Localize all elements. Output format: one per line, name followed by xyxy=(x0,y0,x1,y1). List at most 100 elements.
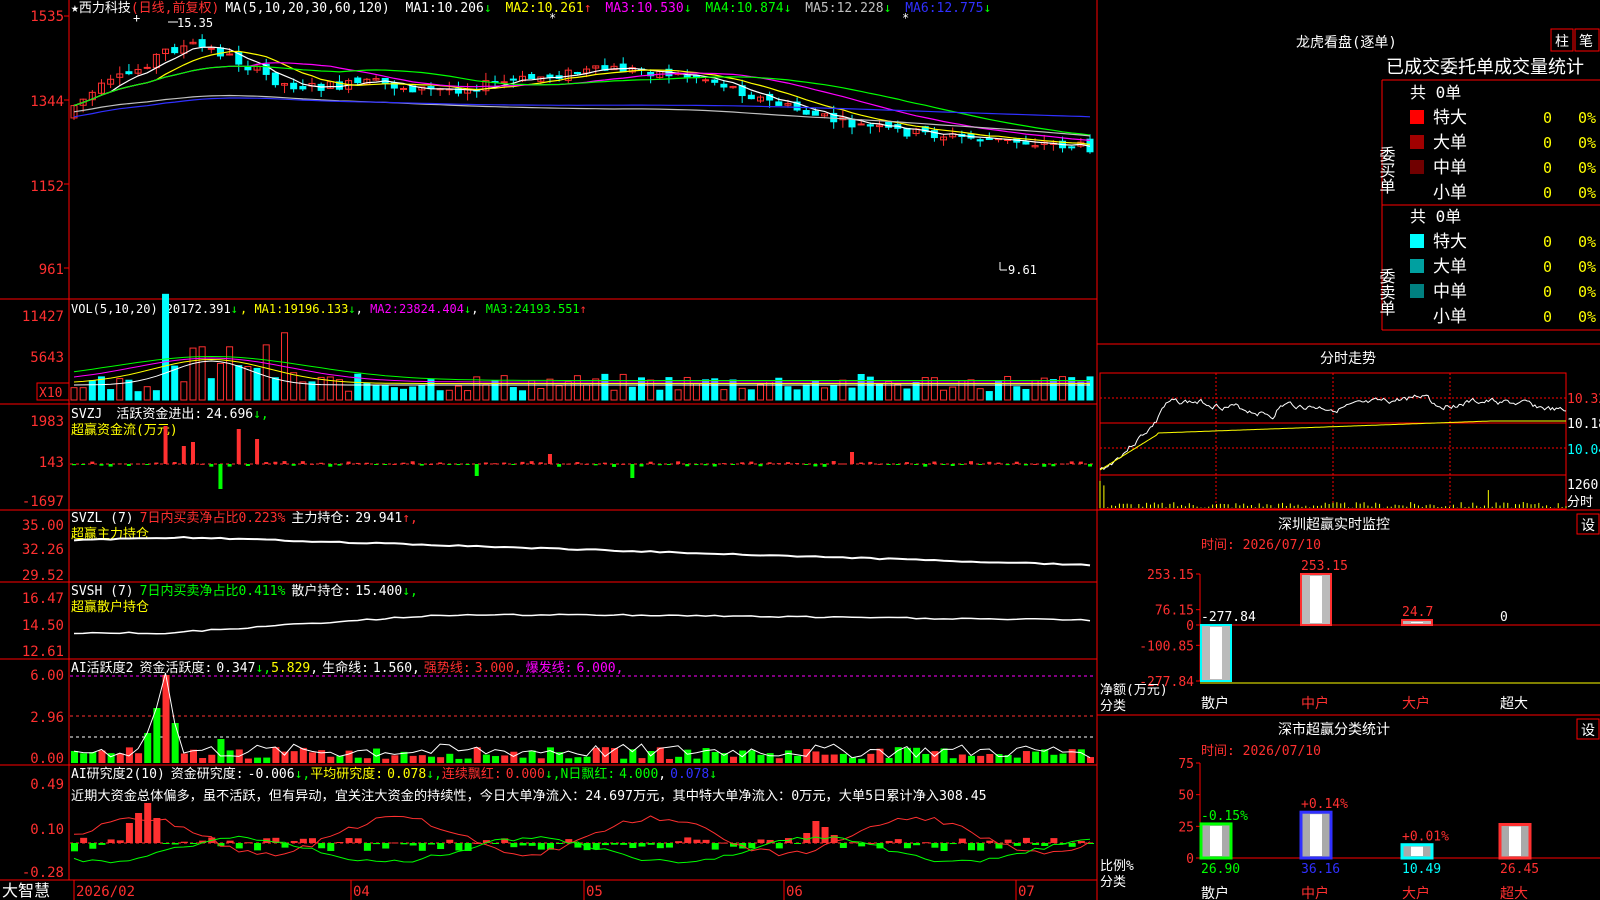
order-row-count: 0 xyxy=(1543,184,1552,202)
ma6-value: 12.775 xyxy=(937,1,984,16)
price-header: ★西力科技(日线,前复权) MA(5,10,20,30,60,120) MA1:1… xyxy=(71,0,1037,277)
svzj-bar xyxy=(392,463,397,465)
ma-label: MA(5,10,20,30,60,120) xyxy=(225,1,389,16)
ai-active-bar xyxy=(208,754,216,763)
ma1-value: 10.206 xyxy=(437,1,484,16)
svzj-bar xyxy=(767,462,772,464)
svzj-bars xyxy=(70,426,1095,489)
sell-rows: 特大 0 0% 大单 0 0% 中单 0 0% 小单 0 0% xyxy=(1410,232,1596,327)
stock-name: 西力科技 xyxy=(79,1,131,16)
candle-body xyxy=(848,118,856,128)
ai-research-bar xyxy=(446,839,454,843)
ai-research-bar xyxy=(162,843,170,844)
ai-active-bar xyxy=(885,757,893,763)
price-tick: 1344 xyxy=(30,94,64,110)
order-row-count: 0 xyxy=(1543,258,1552,276)
ai-active-bar xyxy=(748,750,756,763)
svzj-bar xyxy=(712,464,717,467)
vol-tick: 11427 xyxy=(22,309,64,325)
svzj-bar xyxy=(163,426,168,464)
svzj-bar xyxy=(676,461,681,464)
svzj-bar xyxy=(538,462,543,464)
stock-terminal: ★西力科技(日线,前复权) MA(5,10,20,30,60,120) MA1:1… xyxy=(0,0,1600,900)
ai-research-bar xyxy=(391,842,399,844)
ai-research-line2 xyxy=(73,835,1091,864)
candle-body xyxy=(198,39,206,48)
volume-bar xyxy=(198,346,206,401)
order-row-name: 特大 xyxy=(1433,232,1467,252)
candle-body xyxy=(857,123,865,126)
svzj-bar xyxy=(785,462,790,464)
svzj-bar xyxy=(950,464,955,466)
intraday-tick: 10.04 xyxy=(1567,443,1600,458)
ai-active-bar xyxy=(1013,757,1021,763)
ai-research-comment: 近期大资金总体偏多，虽不活跃，但有异动，宜关注大资金的持续性，今日大单净流入：2… xyxy=(71,787,987,804)
ai-active-bar xyxy=(1022,751,1030,763)
svzj-bar xyxy=(90,461,95,464)
ai-research-bar xyxy=(693,839,701,843)
svzj-bar xyxy=(877,463,882,465)
ai-active-bar xyxy=(693,758,701,763)
class-category-label: 大户 xyxy=(1402,885,1430,900)
svzj-bar xyxy=(1078,461,1083,464)
svzj-bar xyxy=(218,464,223,489)
ai-active-bar xyxy=(546,747,554,763)
intraday-vol-label: 分时 xyxy=(1567,495,1593,510)
ai-active-bar xyxy=(775,758,783,763)
volume-bar xyxy=(244,366,252,401)
volume-bar xyxy=(692,383,700,401)
event-marker: * xyxy=(902,11,909,25)
high-mark: 15.35 xyxy=(177,16,213,30)
class-tick: 75 xyxy=(1178,757,1194,772)
ma-line xyxy=(73,97,1091,118)
ai-research-bar xyxy=(711,843,719,850)
ai-active-bar xyxy=(592,747,600,763)
main-force-holding-line xyxy=(73,535,1091,567)
low-mark: 9.61 xyxy=(1008,263,1037,277)
volume-bar xyxy=(454,385,462,401)
ai-research-bar xyxy=(537,843,545,850)
ai-active-bar xyxy=(830,754,838,763)
volume-bar xyxy=(262,344,270,401)
order-row-name: 大单 xyxy=(1433,257,1467,277)
svg-text:16.47: 16.47 xyxy=(22,591,64,607)
candle-body xyxy=(1068,146,1076,149)
svzj-bar xyxy=(355,462,360,464)
volume-bar xyxy=(610,389,618,401)
ai-active-bar xyxy=(510,751,518,763)
ai-active-bar xyxy=(244,758,252,763)
ma4-label: MA4: xyxy=(705,1,736,16)
monitor-category-label: 散户 xyxy=(1201,695,1229,712)
volume-bar xyxy=(290,372,298,401)
candle-body xyxy=(683,75,691,78)
ai-research-bar xyxy=(345,838,353,843)
volume-bar xyxy=(619,373,627,401)
order-row-name: 小单 xyxy=(1433,307,1467,327)
svzj-bar xyxy=(72,464,76,466)
svzj-bar xyxy=(300,461,305,464)
ai-research-bar xyxy=(235,843,243,849)
monitor-category-label: 大户 xyxy=(1402,695,1430,712)
svzj-bar xyxy=(483,462,488,464)
volume-bar xyxy=(134,391,142,401)
class-tick: 25 xyxy=(1178,820,1194,835)
class-change-label: +0.01% xyxy=(1402,830,1449,845)
ai-active-header: AI活跃度2 资金活跃度: 0.347↓,5.829, 生命线: 1.560, 强势线: 3… xyxy=(71,660,623,676)
ai-active-bar xyxy=(766,753,774,763)
ai-research-bar xyxy=(986,840,994,843)
ai-research-bar xyxy=(913,843,921,846)
volume-bar xyxy=(482,384,490,401)
svg-text:-0.28: -0.28 xyxy=(22,865,64,881)
ai-research-bar xyxy=(107,839,115,843)
svzj-bar xyxy=(401,462,406,464)
ai-active-bar xyxy=(217,739,225,763)
ai-active-bar xyxy=(537,758,545,763)
intraday-vol-tick: 1260 xyxy=(1567,478,1598,493)
sell-order-label: 委卖单 xyxy=(1377,268,1396,316)
svzj-bar xyxy=(584,463,589,465)
svzj-bar xyxy=(493,463,498,465)
svzj-bar xyxy=(831,461,836,464)
svzj-bar xyxy=(1033,463,1038,465)
candle-body xyxy=(125,71,133,75)
svzj-bar xyxy=(438,462,443,464)
